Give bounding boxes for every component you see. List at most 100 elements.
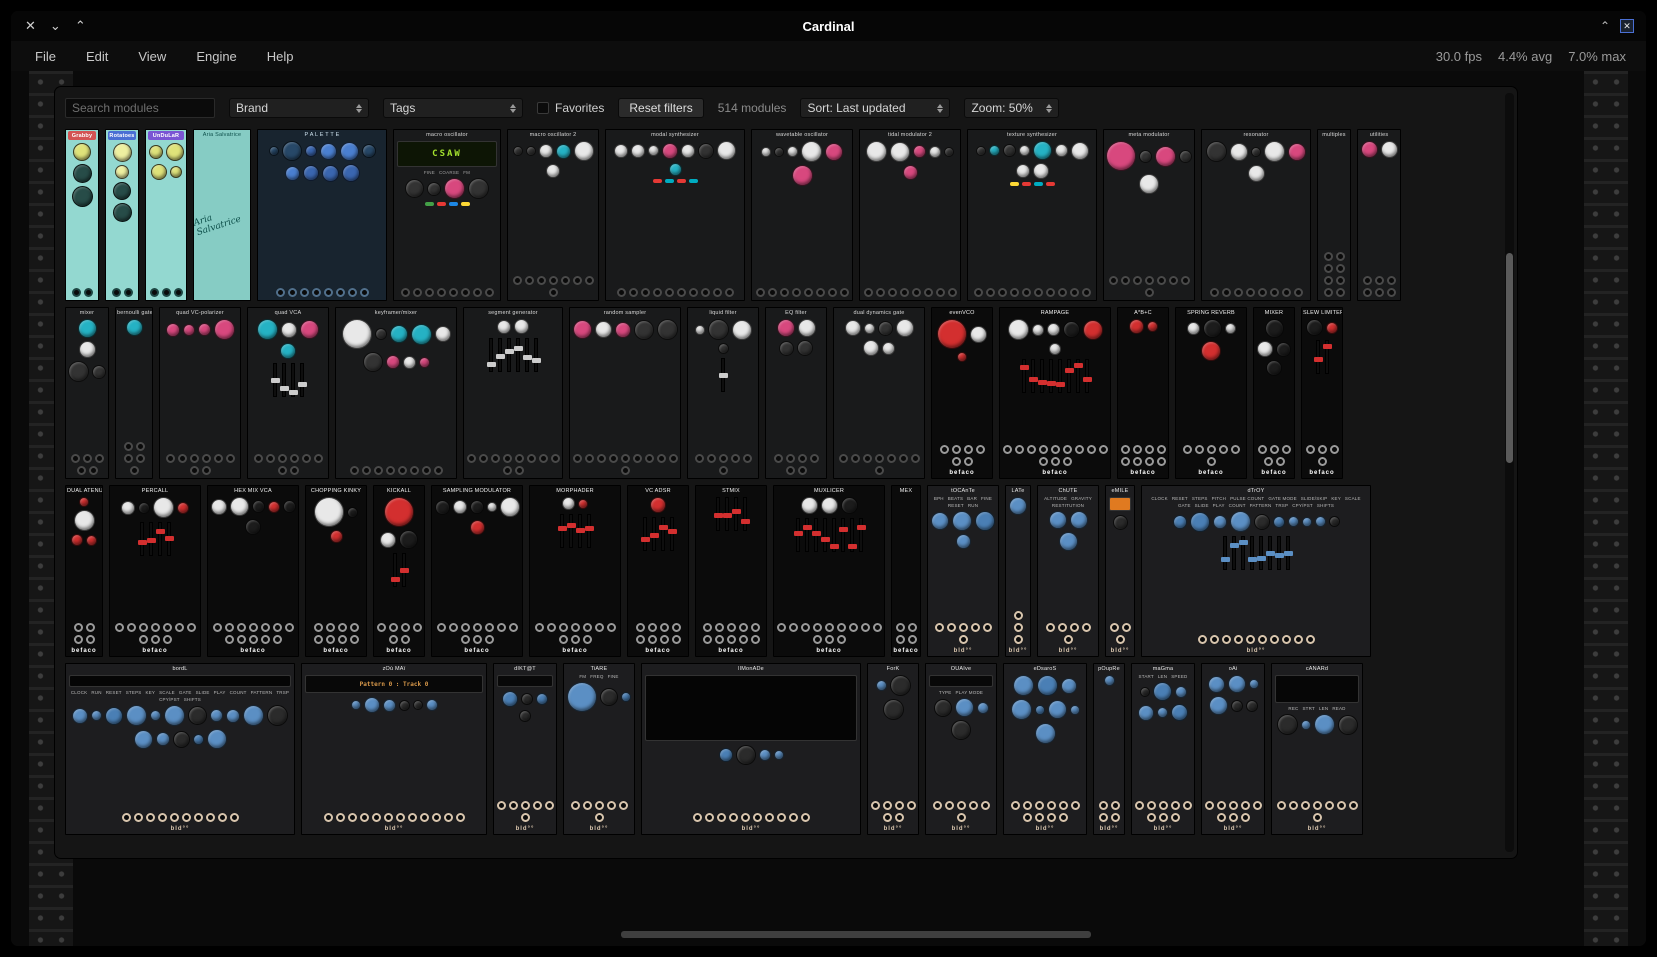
fader-handle[interactable] <box>391 577 400 582</box>
patch-jack[interactable] <box>187 623 196 632</box>
fader[interactable] <box>850 518 854 552</box>
knob[interactable] <box>405 179 424 198</box>
patch-jack[interactable] <box>326 635 335 644</box>
patch-jack[interactable] <box>324 288 333 297</box>
module-card[interactable]: eDsaroSbId°° <box>1003 663 1087 835</box>
knob[interactable] <box>845 320 861 336</box>
patch-jack[interactable] <box>597 454 606 463</box>
patch-jack[interactable] <box>648 623 657 632</box>
patch-jack[interactable] <box>777 813 786 822</box>
knob[interactable] <box>320 143 337 160</box>
patch-jack[interactable] <box>1099 801 1108 810</box>
knob[interactable] <box>1225 323 1236 334</box>
module-card[interactable]: multiples <box>1317 129 1351 301</box>
knob[interactable] <box>864 323 875 334</box>
knob[interactable] <box>413 700 423 710</box>
fader[interactable] <box>1058 359 1062 393</box>
patch-jack[interactable] <box>983 623 992 632</box>
patch-jack[interactable] <box>559 635 568 644</box>
fader[interactable] <box>560 514 564 548</box>
knob[interactable] <box>578 499 588 509</box>
knob[interactable] <box>435 500 450 515</box>
patch-jack[interactable] <box>72 288 81 297</box>
fader[interactable] <box>291 363 295 397</box>
patch-jack[interactable] <box>1282 635 1291 644</box>
patch-jack[interactable] <box>1207 457 1216 466</box>
patch-jack[interactable] <box>89 466 98 475</box>
patch-jack[interactable] <box>95 454 104 463</box>
knob[interactable] <box>1047 323 1060 336</box>
knob[interactable] <box>166 143 184 161</box>
fader-handle[interactable] <box>147 538 156 543</box>
patch-jack[interactable] <box>727 635 736 644</box>
patch-jack[interactable] <box>1301 801 1310 810</box>
knob[interactable] <box>105 707 123 725</box>
patch-jack[interactable] <box>739 635 748 644</box>
fader-handle[interactable] <box>848 544 857 549</box>
pill-button[interactable] <box>1046 182 1055 186</box>
patch-jack[interactable] <box>1210 635 1219 644</box>
patch-jack[interactable] <box>1147 801 1156 810</box>
patch-jack[interactable] <box>607 801 616 810</box>
knob[interactable] <box>732 320 752 340</box>
knob[interactable] <box>903 165 918 180</box>
maximize-icon[interactable]: ⌃ <box>75 11 86 41</box>
knob[interactable] <box>574 141 594 161</box>
patch-jack[interactable] <box>509 801 518 810</box>
patch-jack[interactable] <box>151 635 160 644</box>
app-badge-icon[interactable]: ✕ <box>1620 19 1634 33</box>
knob[interactable] <box>72 186 93 207</box>
knob[interactable] <box>74 510 95 531</box>
fader-handle[interactable] <box>138 540 147 545</box>
patch-jack[interactable] <box>1051 457 1060 466</box>
knob[interactable] <box>1153 682 1172 701</box>
knob[interactable] <box>562 497 575 510</box>
patch-jack[interactable] <box>218 813 227 822</box>
knob[interactable] <box>595 321 612 338</box>
patch-jack[interactable] <box>1282 288 1291 297</box>
patch-jack[interactable] <box>1109 276 1118 285</box>
fader-handle[interactable] <box>271 378 280 383</box>
patch-jack[interactable] <box>933 801 942 810</box>
fader-handle[interactable] <box>1083 377 1092 382</box>
knob[interactable] <box>151 164 167 180</box>
module-card[interactable]: UnDuLaR <box>145 129 187 301</box>
patch-jack[interactable] <box>813 635 822 644</box>
knob[interactable] <box>351 700 361 710</box>
pill-button[interactable] <box>1010 182 1019 186</box>
pill-button[interactable] <box>1022 182 1031 186</box>
patch-jack[interactable] <box>1039 457 1048 466</box>
knob[interactable] <box>1070 511 1088 529</box>
patch-jack[interactable] <box>1059 813 1068 822</box>
patch-jack[interactable] <box>1222 288 1231 297</box>
patch-jack[interactable] <box>539 454 548 463</box>
fader-handle[interactable] <box>505 349 514 354</box>
module-card[interactable]: quad VC-polarizer <box>159 307 241 479</box>
patch-jack[interactable] <box>86 623 95 632</box>
patch-jack[interactable] <box>1121 445 1130 454</box>
pill-button[interactable] <box>689 179 698 183</box>
patch-jack[interactable] <box>573 454 582 463</box>
patch-jack[interactable] <box>1313 801 1322 810</box>
patch-jack[interactable] <box>1099 813 1108 822</box>
fader-handle[interactable] <box>803 525 812 530</box>
menu-item-engine[interactable]: Engine <box>196 49 236 64</box>
knob[interactable] <box>390 325 408 343</box>
fader[interactable] <box>1268 536 1272 570</box>
patch-jack[interactable] <box>875 466 884 475</box>
patch-jack[interactable] <box>485 288 494 297</box>
patch-jack[interactable] <box>1289 801 1298 810</box>
knob[interactable] <box>153 497 174 518</box>
knob[interactable] <box>1059 532 1078 551</box>
patch-jack[interactable] <box>151 623 160 632</box>
patch-jack[interactable] <box>1064 635 1073 644</box>
fader-handle[interactable] <box>1065 368 1074 373</box>
patch-jack[interactable] <box>863 454 872 463</box>
module-card[interactable]: EQ filter <box>765 307 827 479</box>
patch-jack[interactable] <box>525 276 534 285</box>
knob[interactable] <box>1288 143 1306 161</box>
fader-handle[interactable] <box>558 526 567 531</box>
fader-handle[interactable] <box>1275 553 1284 558</box>
knob[interactable] <box>631 144 645 158</box>
knob[interactable] <box>68 361 89 382</box>
